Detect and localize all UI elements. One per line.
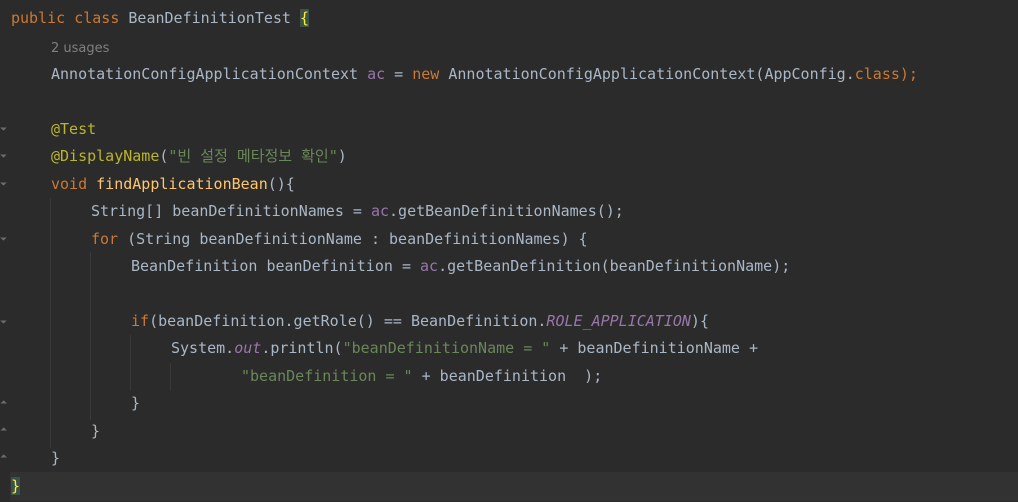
type-name: AnnotationConfigApplicationContext [51,65,359,83]
condition: (beanDefinition.getRole() == BeanDefinit… [149,312,547,330]
method-name: findApplicationBean [96,175,268,193]
fold-marker-icon[interactable]: ⏷ [0,152,8,162]
argument: AppConfig. [764,65,855,83]
field-name: ac [370,202,390,220]
variable: beanDefinition [266,257,393,275]
keyword: class [74,9,120,27]
code-line[interactable]: System.out.println("beanDefinitionName =… [171,335,758,362]
for-clause: (String beanDefinitionName : beanDefinit… [127,230,588,248]
keyword: if [131,312,150,330]
field-name: ac [420,257,439,275]
code-line[interactable]: } [91,418,100,445]
fold-marker-icon[interactable]: ⏶ [0,398,8,408]
keyword: new [412,65,440,83]
static-field: out [234,339,262,357]
expression: + beanDefinitionName + [550,339,759,357]
closing-brace: } [131,394,141,412]
punctuation: ) [337,147,347,165]
string-literal: "빈 설정 메타정보 확인" [168,147,338,165]
indent-guide [50,198,51,448]
static-constant: ROLE_APPLICATION [546,312,691,330]
code-line[interactable]: public class BeanDefinitionTest { [11,5,310,32]
usages-hint[interactable]: 2 usages [51,34,109,61]
code-line[interactable]: for (String beanDefinitionName : beanDef… [91,226,588,253]
closing-brace: } [91,422,101,440]
fold-marker-icon[interactable]: ⏷ [0,125,8,135]
method-call: .println( [261,339,343,357]
class-ref: System. [171,339,235,357]
method-call: .getBeanDefinition(beanDefinitionName); [438,257,791,275]
string-literal: "beanDefinition = " [241,367,413,385]
type-name: String[] [91,202,164,220]
code-line[interactable]: String[] beanDefinitionNames = ac.getBea… [91,198,624,225]
punctuation: (){ [267,175,295,193]
operator: = [394,65,404,83]
matched-brace: } [11,477,21,495]
code-line[interactable]: } [51,445,60,472]
fold-marker-icon[interactable]: ⏷ [0,180,8,190]
matched-brace: { [300,9,310,27]
string-literal: "beanDefinitionName = " [342,339,551,357]
punctuation: ){ [690,312,709,330]
code-line[interactable]: @DisplayName("빈 설정 메타정보 확인") [51,143,347,170]
code-line[interactable]: } [11,473,21,500]
method-call: .getBeanDefinitionNames(); [389,202,624,220]
code-line[interactable]: } [131,390,140,417]
code-line[interactable]: @Test [51,116,96,143]
code-line[interactable]: AnnotationConfigApplicationContext ac = … [51,61,918,88]
class-name: BeanDefinitionTest [128,9,291,27]
annotation: @Test [51,120,97,138]
fold-marker-icon[interactable]: ⏷ [0,235,8,245]
indent-guide [90,252,91,420]
punctuation: ); [899,65,918,83]
constructor-name: AnnotationConfigApplicationContext [448,65,756,83]
fold-marker-icon[interactable]: ⏶ [0,452,8,462]
code-line[interactable]: void findApplicationBean(){ [51,171,295,198]
code-line[interactable]: "beanDefinition = " + beanDefinition ); [241,363,602,390]
fold-marker-icon[interactable]: ⏷ [0,318,8,328]
field-name: ac [367,65,386,83]
indent-guide [170,363,171,391]
current-line-highlight [0,472,1018,501]
fold-marker-icon[interactable]: ⏶ [0,425,8,435]
keyword: public [11,9,66,27]
variable: beanDefinitionNames [172,202,344,220]
indent-guide [130,335,131,391]
operator: = [401,257,411,275]
keyword: for [91,230,119,248]
type-name: BeanDefinition [131,257,258,275]
code-line[interactable]: if(beanDefinition.getRole() == BeanDefin… [131,308,709,335]
code-editor[interactable]: ⏷ ⏷ ⏷ ⏷ ⏷ ⏶ ⏶ ⏶ public class BeanDefinit… [0,0,1018,502]
expression: + beanDefinition ); [412,367,603,385]
usages-hint-label: 2 usages [51,41,110,56]
operator: = [352,202,362,220]
annotation: @DisplayName [51,147,160,165]
keyword: class [854,65,900,83]
gutter: ⏷ ⏷ ⏷ ⏷ ⏷ ⏶ ⏶ ⏶ [0,0,10,502]
closing-brace: } [51,449,61,467]
keyword: void [51,175,88,193]
code-line[interactable]: BeanDefinition beanDefinition = ac.getBe… [131,253,790,280]
